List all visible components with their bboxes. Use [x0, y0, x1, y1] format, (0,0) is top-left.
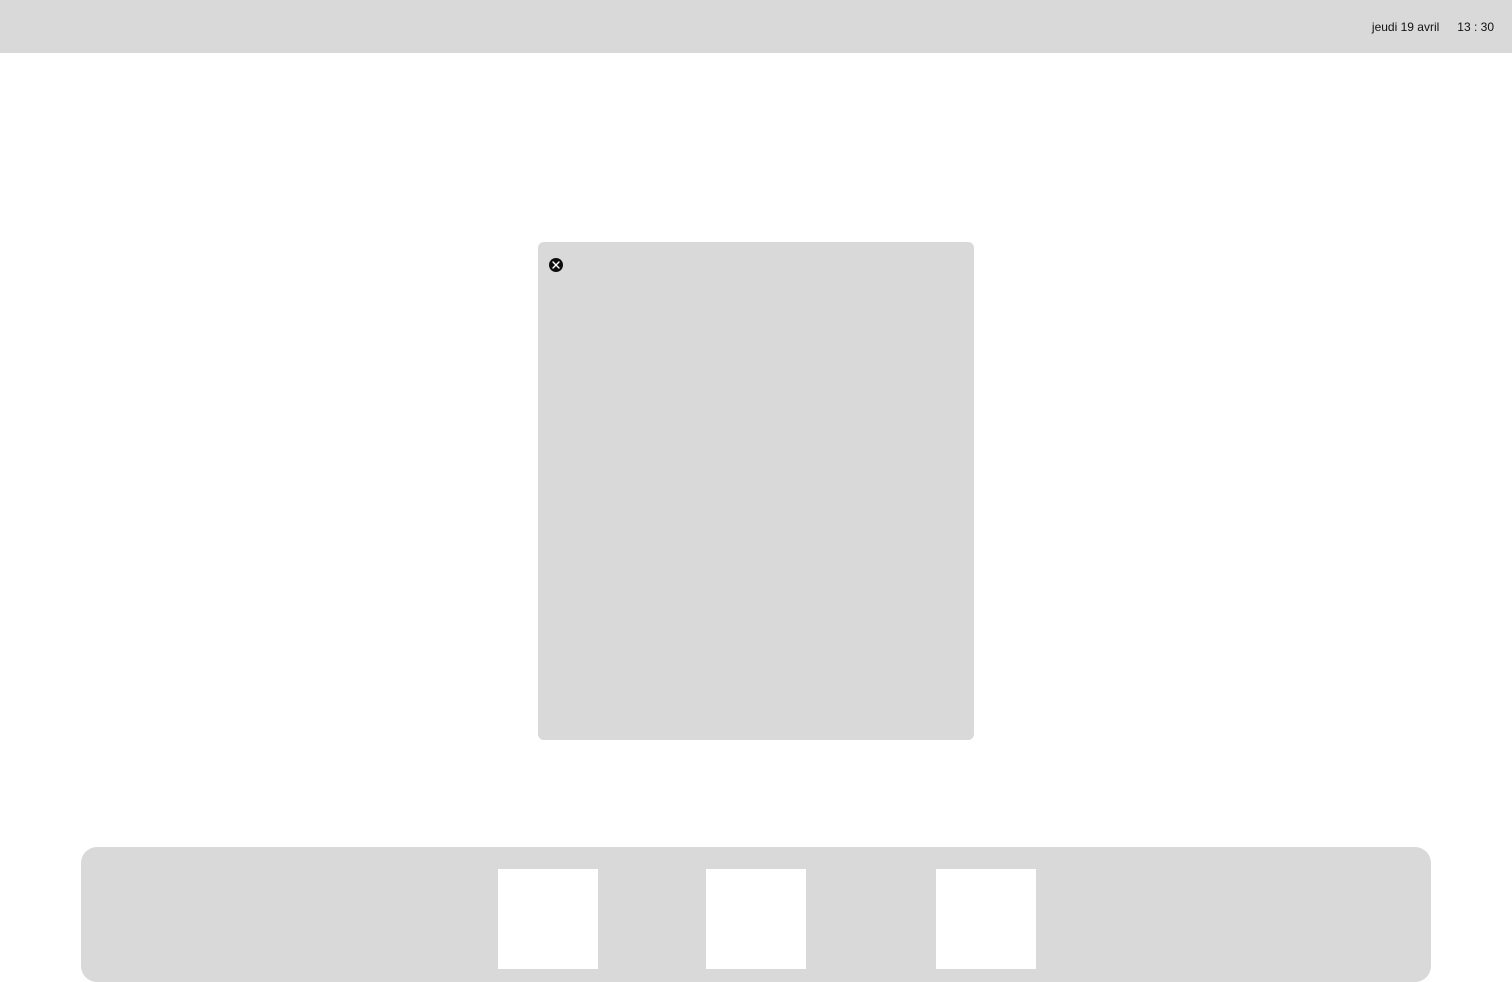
menu-bar-status: jeudi 19 avril 13 : 30 [1372, 0, 1494, 53]
dock-app-icon-1[interactable] [498, 869, 598, 969]
dock-app-icon-2[interactable] [706, 869, 806, 969]
app-window[interactable] [538, 242, 974, 740]
menu-bar-clock[interactable]: 13 : 30 [1457, 20, 1494, 34]
dock-app-icon-3[interactable] [936, 869, 1036, 969]
close-icon [552, 261, 560, 269]
window-close-button[interactable] [549, 258, 563, 272]
dock [81, 847, 1431, 982]
menu-bar-date[interactable]: jeudi 19 avril [1372, 20, 1439, 34]
menu-bar: jeudi 19 avril 13 : 30 [0, 0, 1512, 53]
desktop: jeudi 19 avril 13 : 30 [0, 0, 1512, 982]
